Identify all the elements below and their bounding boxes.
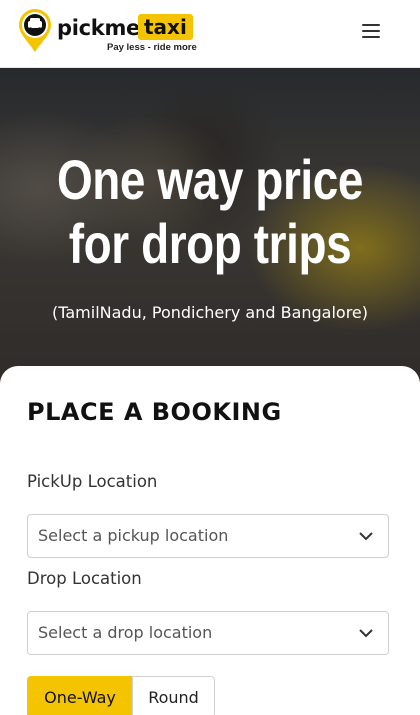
drop-placeholder: Select a drop location [38, 623, 213, 642]
hero-title: One way price for drop trips [38, 148, 382, 276]
taxi-pin-icon [19, 9, 51, 52]
drop-location-select[interactable]: Select a drop location [27, 611, 389, 655]
brand-tagline: Pay less - ride more [107, 42, 197, 53]
chevron-down-icon [359, 532, 373, 541]
pickup-placeholder: Select a pickup location [38, 526, 229, 545]
booking-title: PLACE A BOOKING [27, 398, 282, 426]
hero-title-line-2: for drop trips [68, 212, 352, 275]
brand-name: pickme [57, 16, 140, 40]
brand-logo[interactable]: pickme taxi Pay less - ride more [17, 8, 207, 54]
site-header: pickme taxi Pay less - ride more [0, 0, 420, 68]
chevron-down-icon [359, 629, 373, 638]
trip-type-round-button[interactable]: Round [132, 676, 215, 715]
hero-banner: One way price for drop trips (TamilNadu,… [0, 68, 420, 383]
drop-label: Drop Location [27, 569, 142, 588]
brand-taxi-badge: taxi [138, 14, 193, 40]
pickup-label: PickUp Location [27, 472, 158, 491]
booking-card: PLACE A BOOKING PickUp Location Select a… [0, 366, 420, 715]
hamburger-icon [362, 24, 380, 26]
pickup-location-select[interactable]: Select a pickup location [27, 514, 389, 558]
trip-type-one-way-button[interactable]: One-Way [27, 676, 133, 715]
hero-subtitle: (TamilNadu, Pondichery and Bangalore) [51, 303, 369, 322]
hamburger-menu-button[interactable] [356, 18, 386, 44]
hero-title-line-1: One way price [56, 148, 364, 211]
